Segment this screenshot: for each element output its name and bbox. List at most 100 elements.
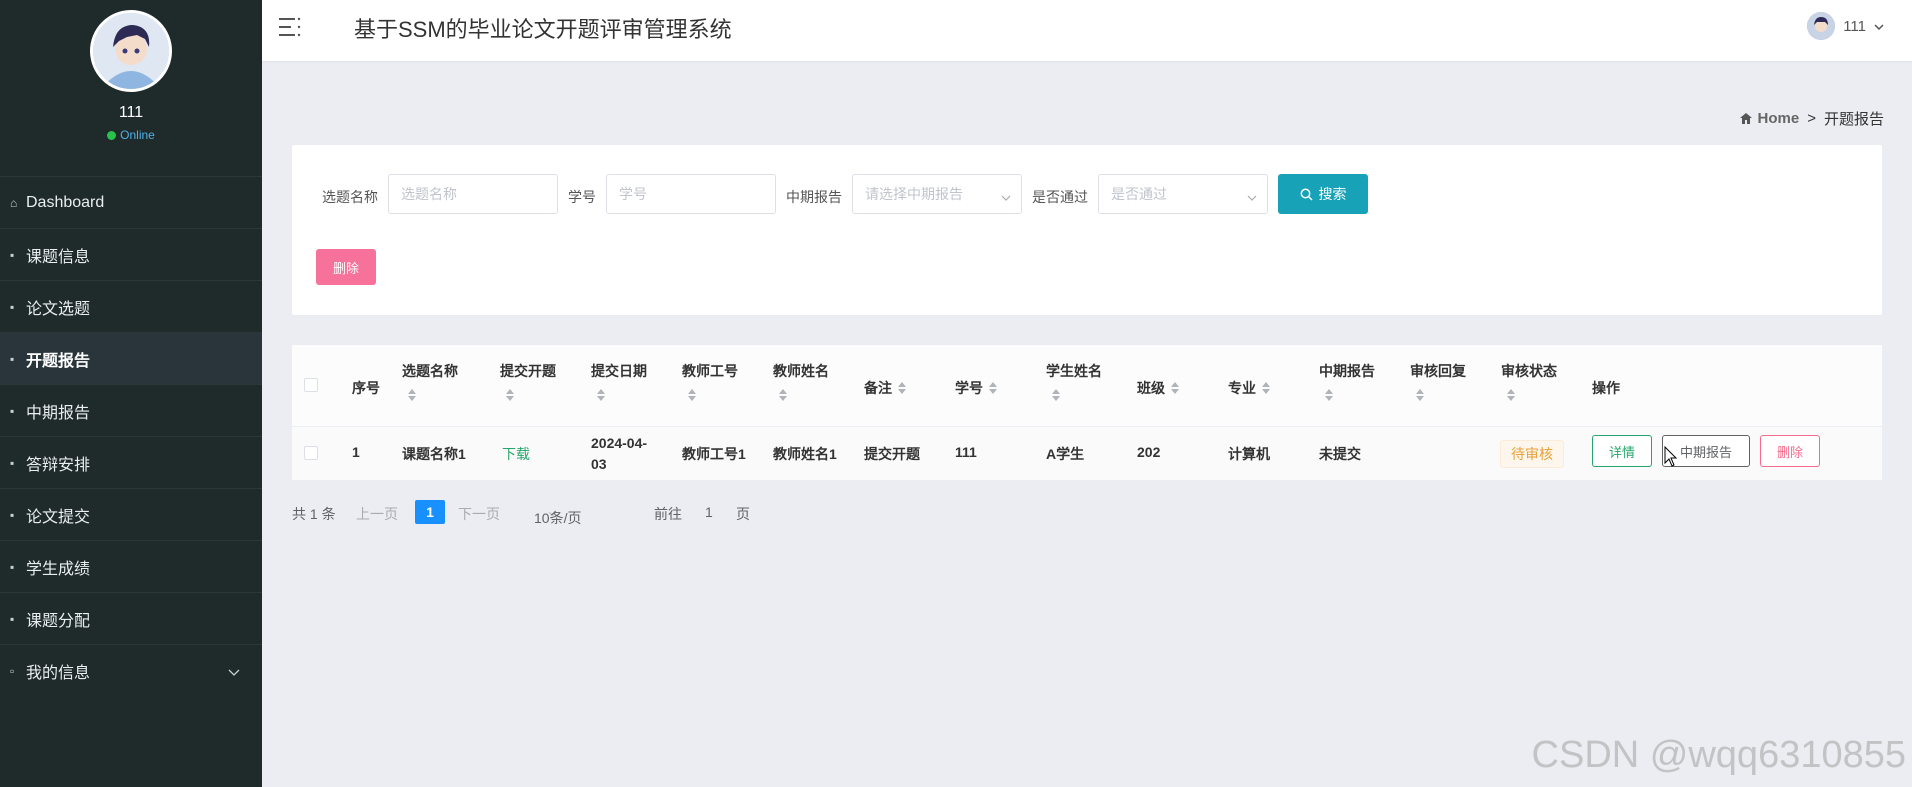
column-header[interactable]: 班级 xyxy=(1137,378,1179,398)
mid-report-select[interactable]: 请选择中期报告 xyxy=(852,174,1022,214)
pagination-total: 共 1 条 xyxy=(292,506,336,522)
sort-icon xyxy=(989,382,997,394)
sidebar-item-midterm-report[interactable]: ▪ 中期报告 xyxy=(0,384,262,436)
search-icon xyxy=(1300,188,1313,201)
watermark: CSDN @wqq6310855 xyxy=(1531,734,1906,776)
header-avatar xyxy=(1807,12,1836,40)
sidebar-item-dashboard[interactable]: ⌂ Dashboard xyxy=(0,176,262,228)
row-delete-button[interactable]: 删除 xyxy=(1760,435,1820,467)
sidebar-item-topic-assignment[interactable]: ▪ 课题分配 xyxy=(0,592,262,644)
breadcrumb: Home > 开题报告 xyxy=(1739,108,1884,129)
sort-icon xyxy=(597,389,605,401)
online-status: Online xyxy=(107,128,155,142)
table-row: 1 课题名称1 下载 2024-04- 03 教师工号1 教师姓名1 提交开题 … xyxy=(292,427,1882,480)
page-size-select[interactable]: 10条/页 xyxy=(534,504,581,526)
column-header[interactable]: 审核状态 xyxy=(1501,361,1557,401)
sidebar-item-label: 课题分配 xyxy=(26,612,91,630)
batch-delete-button[interactable]: 删除 xyxy=(316,249,376,285)
row-checkbox[interactable] xyxy=(304,446,318,460)
cell-teacher-name: 教师姓名1 xyxy=(773,446,837,462)
mid-report-label: 中期报告 xyxy=(786,189,842,205)
goto-suffix: 页 xyxy=(736,506,750,522)
home-icon: ⌂ xyxy=(10,195,18,210)
grade-icon: ▪ xyxy=(10,559,15,574)
sidebar-item-my-info[interactable]: ▫ 我的信息 xyxy=(0,644,262,696)
passed-select[interactable]: 是否通过 xyxy=(1098,174,1268,214)
user-avatar[interactable] xyxy=(90,10,172,92)
goto-page-input[interactable]: 1 xyxy=(705,504,713,520)
chevron-down-icon xyxy=(1247,188,1257,206)
sort-icon xyxy=(1416,389,1424,401)
mouse-cursor-icon xyxy=(1664,446,1678,467)
next-page-button[interactable]: 下一页 xyxy=(458,504,500,524)
sort-icon xyxy=(688,389,696,401)
column-header[interactable]: 提交日期 xyxy=(591,361,647,401)
breadcrumb-current: 开题报告 xyxy=(1823,111,1884,128)
sidebar-item-label: 答辩安排 xyxy=(26,456,91,474)
download-link[interactable]: 下载 xyxy=(502,444,530,464)
comment-icon: ▪ xyxy=(10,507,15,522)
sidebar-item-thesis-submit[interactable]: ▪ 论文提交 xyxy=(0,488,262,540)
column-header[interactable]: 提交开题 xyxy=(500,361,556,401)
sidebar-item-thesis-topic[interactable]: ▪ 论文选题 xyxy=(0,280,262,332)
online-label: Online xyxy=(120,128,155,142)
student-no-label: 学号 xyxy=(568,189,596,205)
sort-icon xyxy=(1325,389,1333,401)
page-number-current[interactable]: 1 xyxy=(415,500,445,524)
sidebar-item-label: 中期报告 xyxy=(26,404,91,422)
data-table: 序号 选题名称 提交开题 提交日期 教师工号 教师姓名 备注 学号 学生姓名 班… xyxy=(292,345,1882,480)
user-profile: 111 Online xyxy=(0,0,262,176)
column-header[interactable]: 备注 xyxy=(864,378,906,398)
sidebar-item-proposal-report[interactable]: ▪ 开题报告 xyxy=(0,332,262,384)
sidebar-item-defense-schedule[interactable]: ▪ 答辩安排 xyxy=(0,436,262,488)
cell-student-no: 111 xyxy=(955,444,977,460)
sidebar-item-label: 课题信息 xyxy=(26,248,91,266)
online-dot-icon xyxy=(107,130,117,140)
prev-page-button[interactable]: 上一页 xyxy=(356,504,398,524)
sort-icon xyxy=(1052,389,1060,401)
report-icon: ▪ xyxy=(10,403,15,418)
cell-date: 2024-04- 03 xyxy=(591,435,648,472)
sidebar-item-topic-info[interactable]: ▪ 课题信息 xyxy=(0,228,262,280)
column-header[interactable]: 专业 xyxy=(1228,378,1270,398)
sidebar-item-label: 论文选题 xyxy=(26,300,91,318)
column-header[interactable]: 学生姓名 xyxy=(1046,361,1102,401)
column-header[interactable]: 选题名称 xyxy=(402,361,458,401)
sort-icon xyxy=(408,389,416,401)
detail-button[interactable]: 详情 xyxy=(1592,435,1652,467)
sidebar-item-label: 论文提交 xyxy=(26,508,91,526)
assignment-icon: ▪ xyxy=(10,611,15,626)
sort-icon xyxy=(1171,382,1179,394)
column-header[interactable]: 审核回复 xyxy=(1410,361,1466,401)
chevron-down-icon xyxy=(228,664,240,682)
topic-search-input[interactable]: 选题名称 xyxy=(388,174,558,214)
sidebar-user-name: 111 xyxy=(118,104,144,121)
user-dropdown[interactable]: 111 xyxy=(1807,12,1884,40)
cell-topic: 课题名称1 xyxy=(402,446,466,462)
column-header[interactable]: 教师工号 xyxy=(682,361,738,401)
breadcrumb-home[interactable]: Home xyxy=(1739,110,1799,127)
cell-major: 计算机 xyxy=(1228,446,1270,462)
column-header[interactable]: 学号 xyxy=(955,378,997,398)
select-all-checkbox[interactable] xyxy=(304,378,318,392)
student-no-search-input[interactable]: 学号 xyxy=(606,174,776,214)
search-button[interactable]: 搜索 xyxy=(1278,174,1368,214)
home-icon xyxy=(1739,113,1752,124)
cell-index: 1 xyxy=(352,444,360,460)
cell-mid-report: 未提交 xyxy=(1319,446,1361,462)
sidebar-item-label: 学生成绩 xyxy=(26,560,91,578)
calendar-icon: ▪ xyxy=(10,455,15,470)
sidebar-item-student-grades[interactable]: ▪ 学生成绩 xyxy=(0,540,262,592)
breadcrumb-separator: > xyxy=(1807,110,1816,127)
sidebar-item-label: 开题报告 xyxy=(26,352,91,370)
column-header[interactable]: 中期报告 xyxy=(1319,361,1375,401)
menu-toggle-icon[interactable] xyxy=(279,16,301,43)
column-header[interactable]: 教师姓名 xyxy=(773,361,829,401)
chevron-down-icon xyxy=(1874,18,1884,35)
column-header: 序号 xyxy=(352,380,380,396)
sort-icon xyxy=(1262,382,1270,394)
table-header: 序号 选题名称 提交开题 提交日期 教师工号 教师姓名 备注 学号 学生姓名 班… xyxy=(292,345,1882,427)
passed-label: 是否通过 xyxy=(1032,189,1088,205)
sort-icon xyxy=(779,389,787,401)
status-badge: 待审核 xyxy=(1500,440,1564,468)
